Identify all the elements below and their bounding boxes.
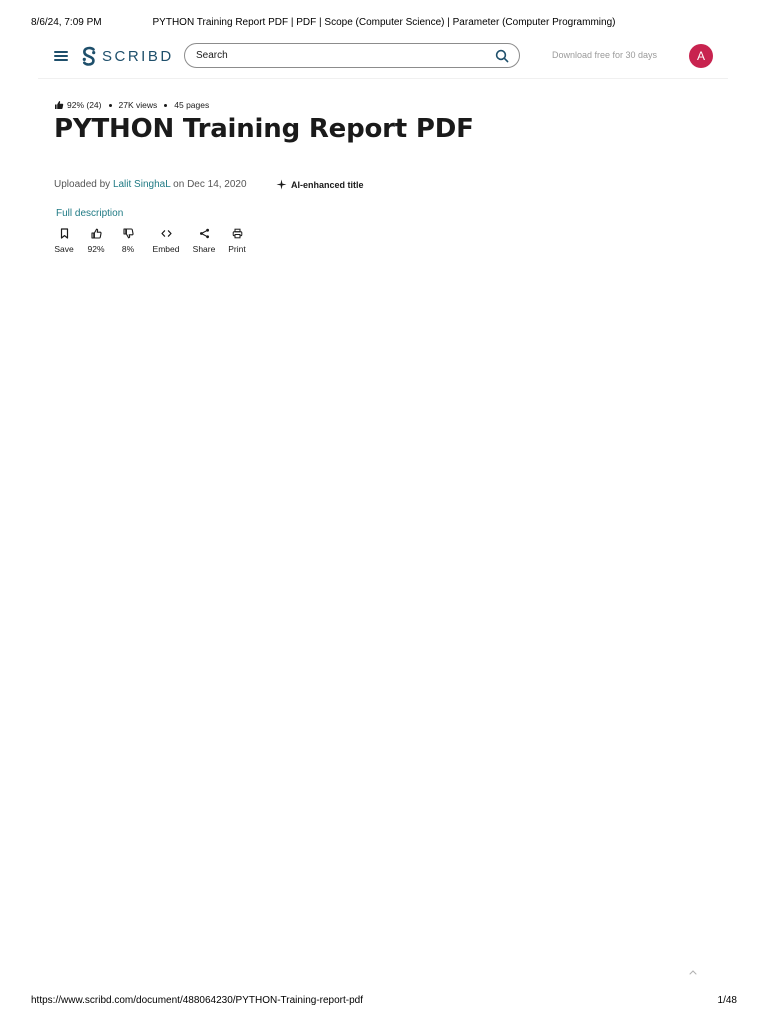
views-count: 27K views (118, 100, 158, 110)
bookmark-icon (60, 228, 68, 239)
print-button[interactable]: Print (226, 228, 248, 254)
top-navigation: SCRIBD Download free for 30 days A (38, 38, 728, 79)
page: 8/6/24, 7:09 PM PYTHON Training Report P… (0, 0, 768, 1024)
scribd-logo-icon (82, 46, 96, 66)
save-label: Save (54, 244, 74, 254)
like-percent: 92% (87, 244, 105, 254)
thumbs-down-icon (122, 228, 134, 239)
upload-prefix: Uploaded by (54, 179, 113, 190)
thumbs-up-icon (55, 101, 64, 109)
doc-stats: 92% (24) 27K views 45 pages (54, 100, 209, 110)
print-footer: https://www.scribd.com/document/48806423… (0, 995, 768, 1009)
print-label: Print (228, 244, 246, 254)
page-count: 45 pages (174, 100, 210, 110)
download-free-link[interactable]: Download free for 30 days (552, 50, 657, 60)
print-page-title: PYTHON Training Report PDF | PDF | Scope… (152, 17, 616, 28)
upload-info: Uploaded by Lalit SinghaL on Dec 14, 202… (54, 179, 247, 190)
search-input[interactable] (196, 48, 486, 63)
separator-dot (108, 103, 112, 107)
print-header: 8/6/24, 7:09 PM PYTHON Training Report P… (0, 17, 768, 31)
print-page-count: 1/48 (717, 995, 737, 1006)
embed-label: Embed (152, 244, 180, 254)
code-icon (160, 230, 172, 237)
separator-dot (164, 103, 168, 107)
print-icon (232, 228, 242, 239)
avatar[interactable]: A (689, 44, 713, 68)
embed-button[interactable]: Embed (150, 228, 182, 254)
ai-enhanced-badge: AI-enhanced title (276, 179, 364, 190)
dislike-button[interactable]: 8% (120, 228, 136, 254)
search-box[interactable] (184, 43, 520, 68)
thumbs-up-icon (90, 228, 102, 239)
share-button[interactable]: Share (191, 228, 217, 254)
logo-text: SCRIBD (102, 47, 174, 65)
like-button[interactable]: 92% (86, 228, 106, 254)
share-icon (199, 228, 209, 239)
chevron-up-icon[interactable] (688, 968, 698, 976)
page-title: PYTHON Training Report PDF (54, 114, 474, 144)
menu-icon[interactable] (54, 51, 68, 61)
dislike-percent: 8% (121, 244, 135, 254)
print-url: https://www.scribd.com/document/48806423… (31, 995, 363, 1006)
search-icon[interactable] (495, 49, 509, 63)
uploader-link[interactable]: Lalit SinghaL (113, 179, 170, 190)
upload-date: on Dec 14, 2020 (170, 179, 247, 190)
sparkle-icon (276, 179, 287, 190)
share-label: Share (192, 244, 216, 254)
rating-value: 92% (24) (67, 100, 102, 110)
scribd-logo[interactable]: SCRIBD (81, 46, 174, 66)
ai-enhanced-label: AI-enhanced title (291, 179, 364, 190)
full-description-link[interactable]: Full description (56, 208, 123, 219)
save-button[interactable]: Save (54, 228, 74, 254)
